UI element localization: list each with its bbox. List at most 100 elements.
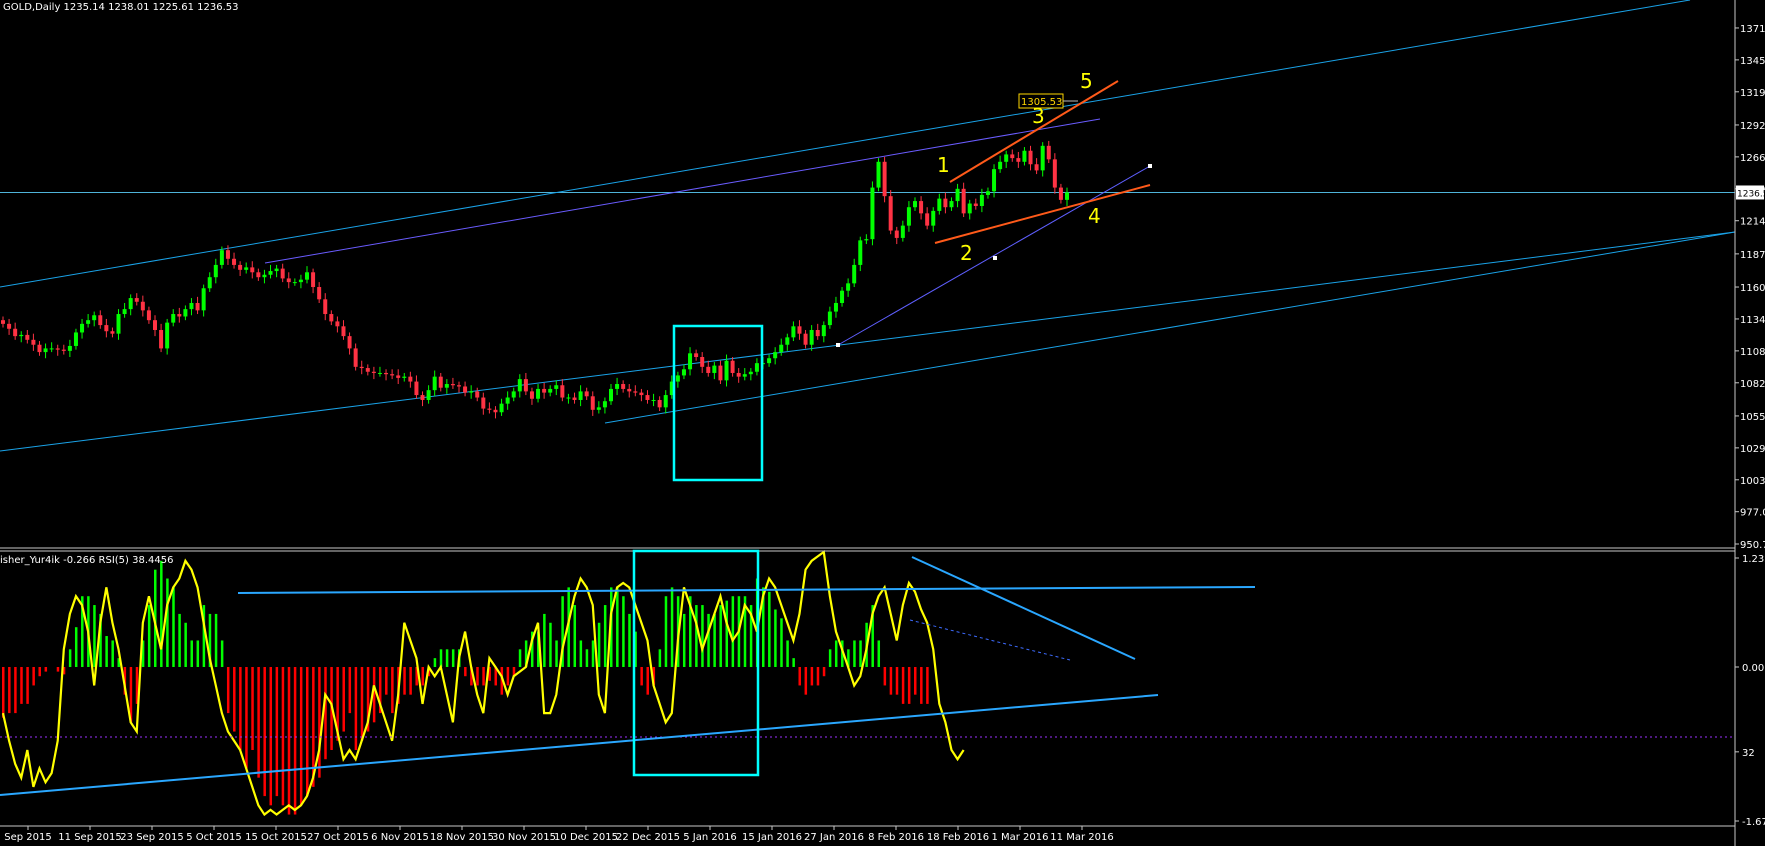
candle-body [833, 302, 838, 312]
histogram-bar [196, 640, 200, 667]
indicator-resistance-line[interactable] [237, 586, 1256, 594]
trendline-handle[interactable] [836, 343, 840, 347]
trendline-handle[interactable] [1148, 164, 1152, 168]
histogram-bar [707, 613, 710, 667]
time-tick-label: 22 Dec 2015 [616, 832, 680, 843]
candle-body [177, 314, 182, 317]
candle-body [985, 191, 990, 195]
indicator-tick-label: -1.67 [1742, 817, 1765, 828]
candle-body [645, 395, 650, 400]
candle-body [736, 372, 741, 377]
histogram-bar [786, 640, 789, 667]
current-price-badge-text: 1236.53 [1737, 189, 1765, 199]
time-tick-label: 8 Feb 2016 [868, 832, 924, 843]
histogram-bar [822, 667, 826, 677]
candle-body [317, 287, 322, 300]
candle-body [13, 328, 18, 337]
candle-body [396, 375, 401, 378]
histogram-bar [713, 613, 716, 667]
candle-body [627, 388, 632, 392]
candle-body [548, 388, 553, 393]
price-tick-label: 977.0 [1740, 508, 1765, 519]
upper-trendline[interactable] [264, 118, 1101, 264]
candle-body [390, 374, 395, 376]
candle-body [475, 391, 480, 398]
candle-body [730, 360, 735, 373]
price-tick-label: 1055. [1740, 412, 1765, 423]
histogram-bar [646, 667, 649, 695]
candle-body [1065, 192, 1069, 200]
indicator-support-line[interactable] [0, 694, 1159, 796]
candle-body [596, 407, 601, 410]
candle-body [688, 353, 693, 370]
channel-lower-line[interactable] [0, 231, 1736, 452]
candle-body [529, 391, 534, 399]
histogram-bar [172, 587, 175, 667]
candle-body [584, 391, 589, 397]
time-tick-label: 10 Dec 2015 [554, 832, 618, 843]
histogram-bar [926, 667, 929, 704]
highlight-box-price[interactable] [672, 324, 764, 482]
candle-body [311, 272, 316, 288]
indicator-title: isher_Yur4ik -0.266 RSI(5) 38.4456 [0, 555, 173, 566]
histogram-bar [257, 667, 260, 778]
candle-body [560, 385, 565, 398]
candle-body [852, 264, 857, 284]
candle-body [146, 310, 151, 321]
candle-body [280, 268, 285, 279]
candle-body [943, 198, 948, 208]
candle-body [219, 250, 224, 265]
candle-body [523, 379, 528, 392]
wedge-lower-line[interactable] [934, 184, 1151, 244]
candle-body [906, 207, 911, 226]
candle-body [803, 333, 808, 345]
candle-body [590, 396, 595, 410]
histogram-bar [914, 667, 917, 695]
candle-body [213, 264, 218, 278]
candle-body [919, 201, 924, 214]
histogram-bar [178, 613, 181, 667]
time-tick-label: 18 Nov 2015 [430, 832, 494, 843]
candle-body [931, 210, 936, 226]
channel-upper-line[interactable] [0, 0, 1691, 288]
price-tick-label: 1187. [1740, 250, 1765, 261]
trendline-handle[interactable] [993, 256, 997, 260]
histogram-bar [281, 667, 285, 806]
candle-body [572, 397, 577, 400]
histogram-bar [403, 667, 406, 695]
candle-body [183, 309, 188, 317]
histogram-bar [451, 649, 455, 667]
histogram-bar [622, 596, 625, 667]
time-tick-label: 27 Oct 2015 [307, 832, 369, 843]
candle-body [493, 409, 498, 413]
candle-body [566, 397, 571, 399]
histogram-bar [14, 667, 17, 714]
candle-body [517, 379, 522, 392]
indicator-down-trendline[interactable] [911, 556, 1136, 660]
candle-body [420, 395, 425, 400]
candle-body [870, 187, 875, 240]
candle-body [767, 358, 772, 364]
histogram-bar [214, 613, 218, 667]
candle-body [888, 196, 893, 231]
histogram-bar [591, 640, 595, 667]
candle-body [365, 368, 370, 372]
support-trendline[interactable] [604, 231, 1736, 424]
histogram-bar [44, 667, 48, 672]
candle-body [675, 375, 680, 382]
histogram-bar [464, 667, 467, 677]
histogram-bar [2, 667, 5, 718]
time-tick-label: 23 Sep 2015 [120, 832, 183, 843]
histogram-bar [220, 640, 224, 667]
histogram-bar [816, 667, 820, 686]
wave-label-1: 1 [937, 153, 950, 177]
time-tick-label: 15 Oct 2015 [245, 832, 307, 843]
candle-body [1016, 158, 1021, 162]
histogram-bar [160, 560, 163, 667]
histogram-bar [306, 667, 309, 797]
chart-canvas[interactable]: 1305.5312345 1371.1345.1319.1292.1266.12… [0, 0, 1765, 846]
candle-body [408, 376, 413, 382]
price-tick-label: 950.7 [1740, 540, 1765, 551]
histogram-bar [391, 667, 394, 714]
candle-body [748, 371, 753, 375]
